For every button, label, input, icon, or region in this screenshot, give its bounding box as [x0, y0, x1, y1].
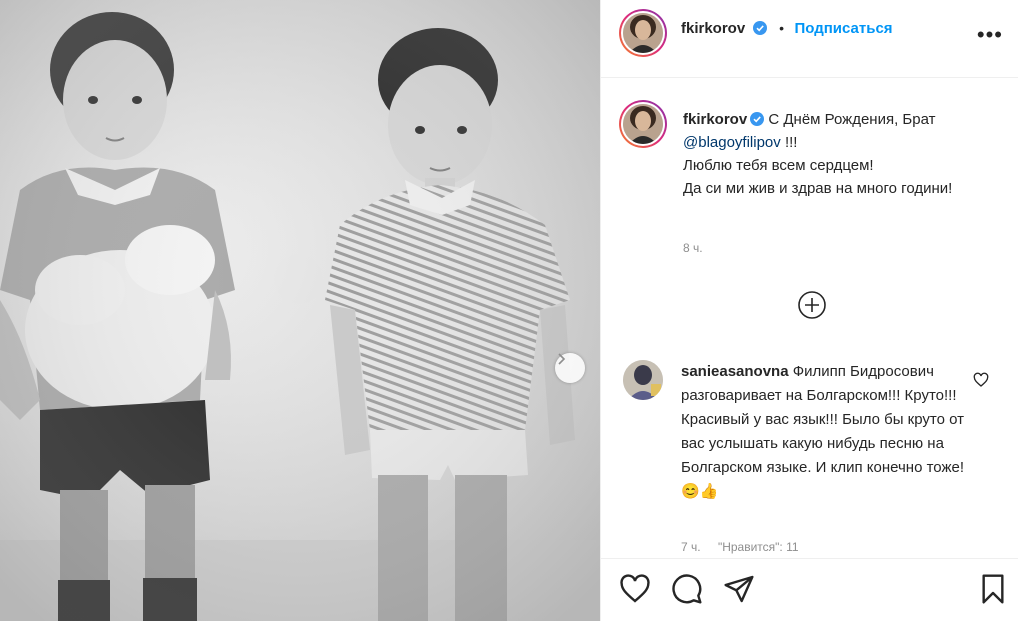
bookmark-icon[interactable]	[977, 573, 1009, 605]
author-avatar[interactable]	[619, 9, 667, 57]
caption-mention-link[interactable]: @blagoyfilipov	[683, 134, 781, 151]
caption-text: fkirkorov С Днём Рождения, Брат @blagoyf…	[683, 108, 993, 200]
comment-emoji: 😊👍	[681, 483, 719, 500]
post-time[interactable]: 8 ч.	[683, 241, 703, 255]
avatar-image	[623, 104, 663, 144]
caption-username[interactable]: fkirkorov	[683, 111, 747, 128]
plus-circle-icon[interactable]	[797, 290, 827, 320]
author-username[interactable]: fkirkorov	[681, 20, 745, 37]
post-actions	[601, 558, 1018, 621]
post-photo[interactable]	[0, 0, 600, 621]
comment-bubble-icon[interactable]	[671, 573, 703, 605]
comment-meta: 7 ч. "Нравится": 11	[681, 540, 813, 554]
post-panel: fkirkorov • Подписаться ••• fkirkorov С …	[600, 0, 1018, 621]
verified-badge-icon	[752, 21, 767, 35]
chevron-right-icon	[558, 353, 566, 365]
commenter-username[interactable]: sanieasanovna	[681, 363, 789, 380]
caption-line-3: Да си ми жив и здрав на много години!	[683, 180, 953, 197]
heart-icon[interactable]	[619, 573, 651, 605]
next-photo-button[interactable]	[555, 353, 585, 383]
comment-time[interactable]: 7 ч.	[681, 540, 701, 554]
paper-plane-icon[interactable]	[723, 573, 755, 605]
comment-likes[interactable]: "Нравится": 11	[718, 540, 799, 554]
comment-text: sanieasanovna Филипп Бидросович разговар…	[681, 360, 981, 504]
commenter-avatar[interactable]	[623, 360, 663, 400]
more-options-icon[interactable]: •••	[977, 22, 1003, 48]
heart-icon[interactable]	[973, 372, 989, 388]
avatar-image	[623, 360, 663, 400]
caption-intro: С Днём Рождения, Брат	[768, 111, 936, 128]
photo-illustration	[0, 0, 600, 621]
caption-line-2: Люблю тебя всем сердцем!	[683, 157, 874, 174]
follow-button[interactable]: Подписаться	[794, 20, 892, 37]
avatar-image	[623, 13, 663, 53]
caption-avatar[interactable]	[619, 100, 667, 148]
caption-exclaim: !!!	[784, 134, 798, 151]
verified-badge-icon	[750, 112, 765, 126]
post-header: fkirkorov • Подписаться •••	[601, 0, 1018, 78]
separator-dot: •	[779, 20, 785, 36]
